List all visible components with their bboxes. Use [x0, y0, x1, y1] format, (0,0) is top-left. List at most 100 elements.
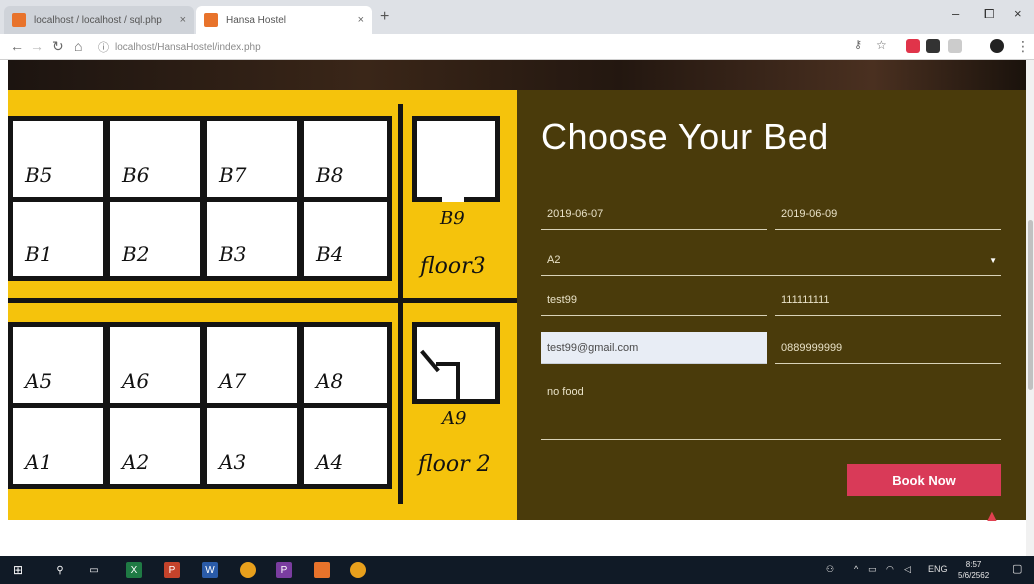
publisher-icon[interactable]: P: [276, 562, 292, 578]
room-label: A7: [219, 369, 247, 393]
wall-segment: [456, 362, 460, 402]
room-b5[interactable]: B5: [8, 116, 108, 202]
floor3-label: floor3: [420, 254, 486, 279]
room-a1[interactable]: A1: [8, 403, 108, 489]
room-label: B8: [316, 163, 344, 187]
id-number-field[interactable]: 111111111: [775, 284, 1001, 316]
reload-icon[interactable]: ↻: [52, 38, 64, 55]
room-a3[interactable]: A3: [202, 403, 302, 489]
wall-segment: [412, 197, 442, 202]
close-window-icon[interactable]: ×: [1014, 6, 1022, 21]
book-now-button[interactable]: Book Now: [847, 464, 1001, 496]
check-out-field[interactable]: 2019-06-09: [775, 198, 1001, 230]
search-icon[interactable]: ⚲: [52, 562, 68, 578]
tab-hansa-hostel[interactable]: Hansa Hostel ×: [196, 6, 372, 34]
bed-select-value: A2: [547, 253, 561, 266]
room-b8[interactable]: B8: [299, 116, 392, 202]
room-a8[interactable]: A8: [299, 322, 392, 408]
check-in-field[interactable]: 2019-06-07: [541, 198, 767, 230]
maximize-icon[interactable]: ⧠: [984, 6, 994, 22]
phpmyadmin-favicon-icon: [12, 13, 26, 27]
room-b4[interactable]: B4: [299, 197, 392, 281]
dropdown-caret-icon: ▼: [989, 256, 997, 265]
word-icon[interactable]: W: [202, 562, 218, 578]
room-label: B4: [316, 242, 344, 266]
name-field[interactable]: test99: [541, 284, 767, 316]
room-a5[interactable]: A5: [8, 322, 108, 408]
tray-chevron-icon[interactable]: ^: [854, 564, 858, 574]
bookmark-star-icon[interactable]: ☆: [876, 38, 887, 52]
room-a2[interactable]: A2: [105, 403, 205, 489]
room-a6[interactable]: A6: [105, 322, 205, 408]
xampp-icon[interactable]: [314, 562, 330, 578]
room-label: A5: [25, 369, 53, 393]
phone-value: 0889999999: [781, 341, 843, 354]
clock-time: 8:57: [965, 560, 982, 569]
room-label: A1: [25, 450, 53, 474]
minimize-icon[interactable]: –: [952, 6, 959, 21]
powerpoint-icon[interactable]: P: [164, 562, 180, 578]
room-label: B5: [25, 163, 53, 187]
tab-close-icon[interactable]: ×: [180, 14, 186, 26]
room-label: B7: [219, 163, 247, 187]
extension-dark-icon[interactable]: [926, 39, 940, 53]
check-in-value: 2019-06-07: [547, 207, 604, 220]
room-label: B3: [219, 242, 247, 266]
scrollbar-thumb[interactable]: [1028, 220, 1033, 390]
new-tab-icon[interactable]: +: [380, 8, 389, 26]
booking-title: Choose Your Bed: [541, 116, 829, 157]
language-indicator[interactable]: ENG: [928, 564, 948, 574]
chrome-window-icon[interactable]: [350, 562, 366, 578]
room-b6[interactable]: B6: [105, 116, 205, 202]
url-field[interactable]: ⓘ localhost/HansaHostel/index.php: [98, 37, 838, 57]
room-label: A4: [316, 450, 344, 474]
hostel-favicon-icon: [204, 13, 218, 27]
tab-close-icon[interactable]: ×: [358, 14, 364, 26]
room-a4[interactable]: A4: [299, 403, 392, 489]
extension-red-icon[interactable]: [906, 39, 920, 53]
triangle-logo-icon: ▲: [984, 508, 1000, 525]
note-value: no food: [547, 386, 584, 398]
excel-icon[interactable]: X: [126, 562, 142, 578]
vertical-divider: [398, 104, 403, 504]
wifi-icon[interactable]: ◠: [886, 564, 894, 575]
note-textarea[interactable]: no food: [541, 380, 1001, 440]
notification-icon[interactable]: ▢: [1012, 562, 1022, 575]
key-icon[interactable]: ⚷: [854, 38, 862, 51]
horizontal-divider: [8, 298, 548, 303]
phone-field[interactable]: 0889999999: [775, 332, 1001, 364]
chrome-icon[interactable]: [240, 562, 256, 578]
menu-kebab-icon[interactable]: ⋮: [1016, 38, 1030, 55]
url-text: localhost/HansaHostel/index.php: [115, 41, 261, 53]
profile-avatar-icon[interactable]: [990, 39, 1004, 53]
clock-date: 5/6/2562: [958, 571, 990, 580]
site-info-icon[interactable]: ⓘ: [98, 39, 109, 55]
tab-phpmyadmin[interactable]: localhost / localhost / sql.php ×: [4, 6, 194, 34]
room-b7[interactable]: B7: [202, 116, 302, 202]
room-b3[interactable]: B3: [202, 197, 302, 281]
room-b2[interactable]: B2: [105, 197, 205, 281]
room-label: A6: [122, 369, 150, 393]
system-clock[interactable]: 8:57 5/6/2562: [958, 559, 989, 581]
room-a7[interactable]: A7: [202, 322, 302, 408]
bed-select[interactable]: A2 ▼: [541, 244, 1001, 276]
room-b1[interactable]: B1: [8, 197, 108, 281]
room-label: B2: [122, 242, 150, 266]
floor-plan: B5 B6 B7 B8 B1 B2 B3 B4 B9 floor3 A5 A6 …: [8, 90, 548, 520]
volume-icon[interactable]: ◁: [904, 564, 911, 575]
task-view-icon[interactable]: ▭: [86, 562, 102, 578]
name-value: test99: [547, 293, 577, 306]
email-field[interactable]: test99@gmail.com: [541, 332, 767, 364]
windows-start-icon[interactable]: ⊞: [10, 562, 26, 578]
room-label: A2: [122, 450, 150, 474]
room-b9[interactable]: [412, 116, 500, 202]
forward-icon[interactable]: →: [30, 38, 44, 54]
wall-segment: [464, 197, 500, 202]
battery-icon[interactable]: ▭: [868, 564, 877, 575]
back-icon[interactable]: ←: [10, 38, 24, 54]
people-icon[interactable]: ⚇: [826, 564, 834, 575]
windows-taskbar: ⊞ ⚲ ▭ X P W P ⚇ ^ ▭ ◠ ◁ ENG 8:57 5/6/256…: [0, 556, 1034, 584]
extension-gray-icon[interactable]: [948, 39, 962, 53]
home-icon[interactable]: ⌂: [74, 38, 82, 54]
room-a9-label: A9: [442, 408, 467, 429]
